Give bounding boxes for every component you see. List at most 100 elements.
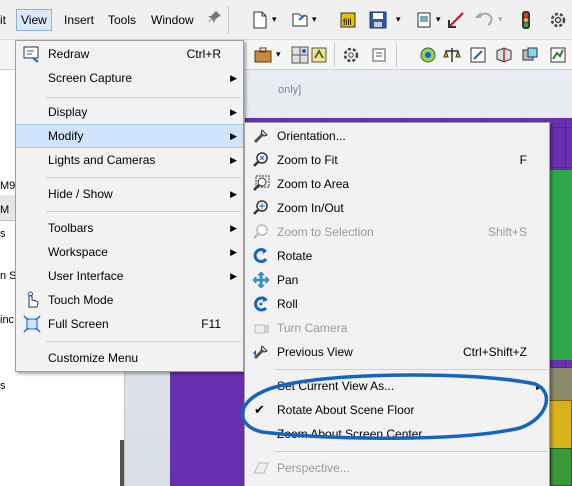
print-preview-icon[interactable] [414, 10, 434, 30]
menu-item-user-interface[interactable]: User Interface ▶ [16, 264, 243, 288]
toolbar-divider [334, 43, 335, 67]
select-arrow-icon[interactable] [446, 10, 466, 30]
mass-properties-icon[interactable] [418, 45, 438, 65]
menu-item-rotate[interactable]: Rotate [245, 244, 549, 268]
interference-icon[interactable] [520, 45, 540, 65]
menu-item-zoom-about-screen-center[interactable]: Zoom About Screen Center [245, 422, 549, 446]
submenu-arrow-icon: ▶ [230, 73, 237, 83]
turn-camera-icon [254, 324, 269, 334]
submenu-arrow-icon: ▶ [536, 381, 543, 391]
menu-item-customize-menu[interactable]: Customize Menu [16, 346, 243, 370]
menu-item-zoom-in-out[interactable]: Zoom In/Out [245, 196, 549, 220]
pan-icon [252, 271, 270, 289]
save-icon[interactable] [368, 10, 388, 30]
toolbar-divider [396, 43, 397, 67]
design-checker-icon[interactable] [310, 45, 330, 65]
checkmark-icon: ✔ [254, 402, 265, 417]
open-document-icon[interactable] [290, 10, 310, 30]
chevron-down-icon[interactable]: ▾ [312, 14, 317, 25]
menu-separator [46, 177, 241, 178]
previous-view-icon [253, 345, 268, 360]
tree-item-fragment[interactable]: M [0, 204, 9, 216]
menu-item-zoom-to-selection[interactable]: Zoom to Selection Shift+S [245, 220, 549, 244]
new-document-icon[interactable] [250, 10, 270, 30]
menu-item-roll[interactable]: Roll [245, 292, 549, 316]
tree-item-fragment[interactable]: s [0, 228, 6, 240]
menu-tools[interactable]: Tools [104, 9, 140, 31]
menu-item-redraw[interactable]: Redraw Ctrl+R [16, 42, 243, 66]
menu-item-set-current-view-as[interactable]: Set Current View As... ▶ [245, 374, 549, 398]
modify-submenu: Orientation... Zoom to Fit F Zoom to Are… [244, 122, 550, 486]
menu-window[interactable]: Window [147, 9, 198, 31]
section-view-icon[interactable] [494, 45, 514, 65]
menu-separator [46, 97, 241, 98]
tree-item-fragment[interactable]: inc [0, 314, 14, 326]
undo-icon[interactable] [474, 10, 494, 30]
menu-item-perspective[interactable]: Perspective... [245, 456, 549, 480]
chevron-down-icon[interactable]: ▾ [276, 49, 281, 60]
layers-icon[interactable] [370, 45, 390, 65]
menubar: it View Insert Tools Window ▾ ▾ fill ▾ ▾… [0, 0, 572, 40]
model-side-face[interactable] [170, 370, 245, 486]
submenu-arrow-icon: ▶ [230, 271, 237, 281]
redraw-icon [23, 46, 39, 63]
full-screen-icon [23, 315, 41, 333]
menu-item-workspace[interactable]: Workspace ▶ [16, 240, 243, 264]
measure-icon[interactable] [468, 45, 488, 65]
submenu-arrow-icon: ▶ [230, 247, 237, 257]
zoom-in-out-icon [253, 200, 268, 215]
simulation-icon[interactable] [548, 45, 568, 65]
submenu-arrow-icon: ▶ [230, 223, 237, 233]
menu-separator [275, 369, 547, 370]
menu-separator [46, 341, 241, 342]
pin-icon[interactable] [208, 10, 222, 24]
rotate-icon [253, 248, 268, 264]
options-gear-icon[interactable] [548, 10, 568, 30]
balance-icon[interactable] [442, 45, 462, 65]
submenu-arrow-icon: ▶ [230, 107, 237, 117]
orientation-icon [253, 129, 268, 144]
menu-item-modify[interactable]: Modify ▶ [16, 124, 243, 148]
menu-item-orientation[interactable]: Orientation... [245, 124, 549, 148]
rebuild-traffic-light-icon[interactable] [516, 10, 536, 30]
menu-item-touch-mode[interactable]: Touch Mode [16, 288, 243, 312]
chevron-down-icon[interactable]: ▾ [272, 14, 277, 25]
menu-item-zoom-to-fit[interactable]: Zoom to Fit F [245, 148, 549, 172]
menu-item-toolbars[interactable]: Toolbars ▶ [16, 216, 243, 240]
menu-separator [46, 211, 241, 212]
print-icon[interactable]: fill [338, 10, 358, 30]
submenu-arrow-icon: ▶ [230, 189, 237, 199]
panel-splitter[interactable] [120, 440, 124, 486]
menu-item-turn-camera[interactable]: Turn Camera [245, 316, 549, 340]
menu-view[interactable]: View [16, 9, 52, 31]
perspective-icon [253, 462, 269, 474]
menu-item-zoom-to-area[interactable]: Zoom to Area [245, 172, 549, 196]
menu-item-display[interactable]: Display ▶ [16, 100, 243, 124]
toolbox-icon[interactable] [253, 45, 273, 65]
chevron-down-icon[interactable]: ▾ [436, 14, 441, 25]
zoom-to-area-icon [253, 175, 270, 191]
model-green-part[interactable] [550, 448, 572, 486]
menu-item-hide-show[interactable]: Hide / Show ▶ [16, 182, 243, 206]
settings-gear-icon[interactable] [341, 45, 361, 65]
menu-item-rotate-about-scene-floor[interactable]: ✔ Rotate About Scene Floor [245, 398, 549, 422]
roll-icon [254, 296, 268, 312]
menu-item-screen-capture[interactable]: Screen Capture ▶ [16, 66, 243, 90]
chevron-down-icon[interactable]: ▾ [396, 14, 401, 25]
grid-tool-icon[interactable] [290, 45, 310, 65]
menu-item-lights-and-cameras[interactable]: Lights and Cameras ▶ [16, 148, 243, 172]
touch-hand-icon [28, 291, 39, 308]
zoom-to-fit-icon [253, 152, 268, 167]
chevron-down-icon[interactable]: ▾ [498, 14, 503, 25]
menu-item-pan[interactable]: Pan [245, 268, 549, 292]
submenu-arrow-icon: ▶ [230, 131, 237, 141]
menu-item-full-screen[interactable]: Full Screen F11 [16, 312, 243, 336]
submenu-arrow-icon: ▶ [230, 155, 237, 165]
menu-insert[interactable]: Insert [60, 9, 98, 31]
menu-item-previous-view[interactable]: Previous View Ctrl+Shift+Z [245, 340, 549, 364]
tree-item-fragment[interactable]: s [0, 380, 6, 392]
menu-file-fragment[interactable]: it [0, 9, 10, 31]
toolbar-divider [228, 6, 229, 34]
menu-separator [275, 451, 547, 452]
view-menu: Redraw Ctrl+R Screen Capture ▶ Display ▶… [15, 40, 244, 372]
